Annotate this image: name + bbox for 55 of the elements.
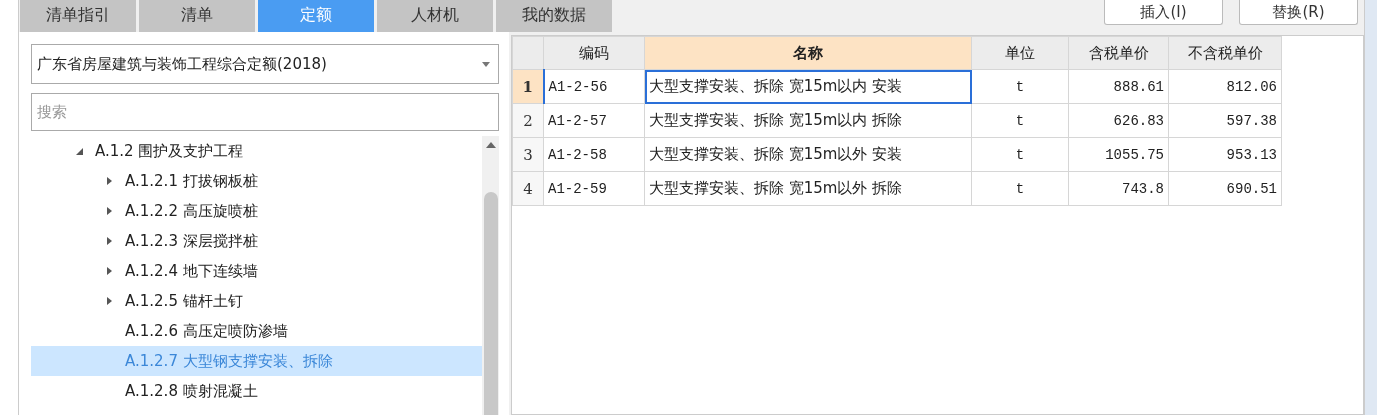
expand-triangle-icon[interactable] [105, 237, 113, 245]
scroll-up-icon[interactable] [485, 142, 496, 148]
column-header[interactable]: 含税单价 [1068, 36, 1169, 70]
scrollbar[interactable] [482, 136, 499, 415]
table-cell: A1-2-56 [543, 69, 645, 104]
table-cell: A1-2-57 [543, 103, 645, 138]
table-cell: 大型支撑安装、拆除 宽15m以外 拆除 [644, 171, 972, 206]
table-cell: 953.13 [1168, 137, 1282, 172]
expand-triangle-icon[interactable] [105, 297, 113, 305]
tree-item[interactable]: A.1.2.1 打拔钢板桩 [31, 166, 482, 196]
tree-item[interactable]: A.1.2.4 地下连续墙 [31, 256, 482, 286]
tree-item[interactable]: A.1.2.5 锚杆土钉 [31, 286, 482, 316]
table-cell: t [971, 103, 1069, 138]
tree-item[interactable]: A.1.2 围护及支护工程 [31, 136, 482, 166]
column-header[interactable]: 编码 [543, 36, 645, 70]
action-button[interactable]: 插入(I) [1104, 0, 1223, 25]
table-cell: 626.83 [1068, 103, 1169, 138]
table-cell: 812.06 [1168, 69, 1282, 104]
table-cell: 888.61 [1068, 69, 1169, 104]
table-cell: t [971, 137, 1069, 172]
scroll-thumb[interactable] [483, 192, 498, 415]
library-dropdown[interactable]: 广东省房屋建筑与装饰工程综合定额(2018) [31, 44, 499, 84]
column-header[interactable]: 不含税单价 [1168, 36, 1282, 70]
table-cell: 大型支撑安装、拆除 宽15m以内 安装 [644, 69, 972, 104]
table-cell: A1-2-59 [543, 171, 645, 206]
tab[interactable]: 清单 [139, 0, 255, 32]
tree-item[interactable]: A.1.2.3 深层搅拌桩 [31, 226, 482, 256]
caret-icon [482, 61, 490, 67]
expand-triangle-icon[interactable] [105, 267, 113, 275]
collapse-triangle-icon[interactable] [75, 147, 83, 155]
table-cell: t [971, 69, 1069, 104]
tree-item[interactable]: A.1.2.2 高压旋喷桩 [31, 196, 482, 226]
row-header[interactable]: 4 [512, 171, 544, 206]
row-header[interactable]: 2 [512, 103, 544, 138]
table-cell: 大型支撑安装、拆除 宽15m以外 安装 [644, 137, 972, 172]
tree-item[interactable]: A.1.2.8 喷射混凝土 [31, 376, 482, 406]
table-cell: 690.51 [1168, 171, 1282, 206]
column-header[interactable]: 单位 [971, 36, 1069, 70]
tab[interactable]: 我的数据 [496, 0, 612, 32]
tab[interactable]: 清单指引 [20, 0, 136, 32]
search-field[interactable]: 搜索 [31, 93, 499, 131]
table-cell: 743.8 [1068, 171, 1169, 206]
expand-triangle-icon[interactable] [105, 177, 113, 185]
column-header[interactable]: 名称 [644, 36, 972, 70]
action-button[interactable]: 替换(R) [1239, 0, 1358, 25]
tab[interactable]: 人材机 [377, 0, 493, 32]
table-cell: A1-2-58 [543, 137, 645, 172]
table-cell: 1055.75 [1068, 137, 1169, 172]
tree-item[interactable]: A.1.2.6 高压定喷防渗墙 [31, 316, 482, 346]
row-header[interactable]: 1 [512, 69, 544, 104]
table-cell: 597.38 [1168, 103, 1282, 138]
row-header[interactable]: 3 [512, 137, 544, 172]
table-cell: 大型支撑安装、拆除 宽15m以内 拆除 [644, 103, 972, 138]
table-cell: t [971, 171, 1069, 206]
expand-triangle-icon[interactable] [105, 207, 113, 215]
